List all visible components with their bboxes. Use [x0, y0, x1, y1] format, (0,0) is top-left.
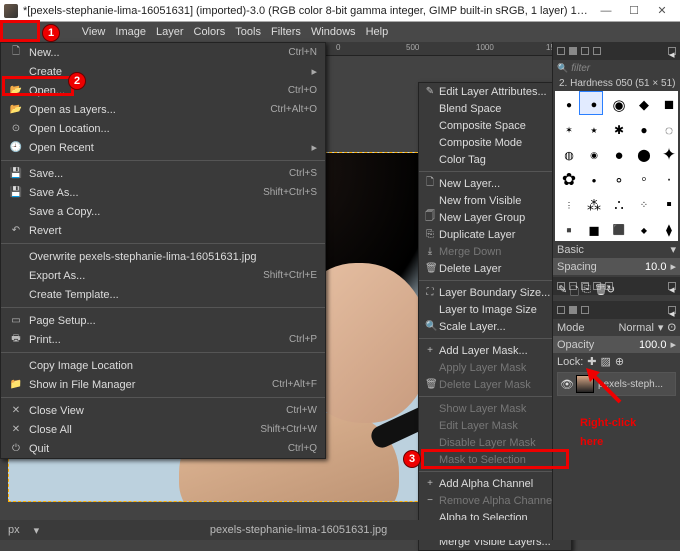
layer-menu-item[interactable]: +Add Alpha Channel	[419, 475, 571, 492]
opacity-slider[interactable]: Opacity100.0▸	[553, 336, 680, 353]
layer-menu-item[interactable]: Layer to Image Size	[419, 301, 571, 318]
status-bar: px▾ pexels-stephanie-lima-16051631.jpg	[0, 520, 552, 540]
dock-tab-row[interactable]: ◂	[553, 42, 680, 60]
annotation-circle-2: 2	[68, 72, 86, 90]
status-filename: pexels-stephanie-lima-16051631.jpg	[53, 524, 544, 536]
brush-grid[interactable]: ●●◉◆■✶★✱●◌◍◉●⬤✦✿•∘◦·⋮⁂∴⁘▪◾◼⬛◆⧫◈✧⬬⬭⬮⬯◐◑◒◓	[555, 91, 678, 241]
layer-menu-item[interactable]: 🗑Delete Layer	[419, 260, 571, 277]
layer-menu-item: 🗑Delete Layer Mask	[419, 376, 571, 393]
layer-menu-item: −Remove Alpha Channel	[419, 492, 571, 509]
annotation-arrow	[586, 368, 626, 408]
menu-image[interactable]: Image	[115, 26, 146, 38]
menu-tools[interactable]: Tools	[235, 26, 261, 38]
blend-mode-select[interactable]: ModeNormal▾ʘ	[553, 319, 680, 336]
menu-filters[interactable]: Filters	[271, 26, 301, 38]
dock-tool-row[interactable]: ✎🗋⎘🗑↻◂	[553, 277, 680, 295]
status-unit[interactable]: px	[8, 524, 20, 536]
window-titlebar: *[pexels-stephanie-lima-16051631] (impor…	[0, 0, 680, 22]
layer-menu-item[interactable]: 🗋New Layer...	[419, 175, 571, 192]
file-menu-item[interactable]: 📁Show in File ManagerCtrl+Alt+F	[1, 375, 325, 394]
layer-menu-item: ⤓Merge Down	[419, 243, 571, 260]
file-menu-item[interactable]: 📂Open as Layers...Ctrl+Alt+O	[1, 100, 325, 119]
brush-spacing-slider[interactable]: Spacing10.0▸	[553, 258, 680, 275]
layer-context-menu: ✎Edit Layer Attributes...Blend Space▸Com…	[418, 82, 572, 551]
layer-menu-item: Edit Layer Mask	[419, 417, 571, 434]
annotation-box-file	[0, 20, 40, 42]
annotation-box-alpha	[421, 449, 569, 469]
file-menu-item[interactable]: Save a Copy...	[1, 202, 325, 221]
layer-menu-item[interactable]: Composite Mode▸	[419, 134, 571, 151]
maximize-button[interactable]: ☐	[620, 2, 648, 20]
file-menu-item[interactable]: 💾Save...Ctrl+S	[1, 164, 325, 183]
brush-preset-select[interactable]: Basic▾	[553, 241, 680, 258]
layer-menu-item[interactable]: 🔍Scale Layer...	[419, 318, 571, 335]
menu-windows[interactable]: Windows	[311, 26, 356, 38]
file-menu-item[interactable]: ⏻QuitCtrl+Q	[1, 439, 325, 458]
layer-menu-item[interactable]: 🗍New Layer Group	[419, 209, 571, 226]
close-button[interactable]: ✕	[648, 2, 676, 20]
file-menu-item[interactable]: Export As...Shift+Ctrl+E	[1, 266, 325, 285]
layer-menu-item[interactable]: +Add Layer Mask...	[419, 342, 571, 359]
brush-filter-input[interactable]: filter	[553, 60, 680, 76]
file-menu-item[interactable]: ⊙Open Location...	[1, 119, 325, 138]
menu-view[interactable]: View	[82, 26, 106, 38]
file-menu-item[interactable]: 🕘Open Recent▸	[1, 138, 325, 157]
file-menu-item[interactable]: 🗋New...Ctrl+N	[1, 43, 325, 62]
annotation-circle-1: 1	[42, 24, 60, 42]
layer-menu-item: Show Layer Mask	[419, 400, 571, 417]
annotation-circle-3: 3	[403, 450, 421, 468]
menu-bar: F Edit Sele View Image Layer Colors Tool…	[0, 22, 680, 42]
file-menu-item[interactable]: ✕Close ViewCtrl+W	[1, 401, 325, 420]
file-menu-item[interactable]: ✕Close AllShift+Ctrl+W	[1, 420, 325, 439]
file-menu-dropdown: 🗋New...Ctrl+NCreate▸📂Open...Ctrl+O📂Open …	[0, 42, 326, 459]
file-menu-item[interactable]: ↶Revert	[1, 221, 325, 240]
app-icon	[4, 4, 18, 18]
file-menu-item[interactable]: Create Template...	[1, 285, 325, 304]
window-title: *[pexels-stephanie-lima-16051631] (impor…	[23, 5, 592, 17]
brush-name-label: 2. Hardness 050 (51 × 51)	[553, 76, 680, 91]
layer-menu-item[interactable]: New from Visible	[419, 192, 571, 209]
layer-menu-item[interactable]: Color Tag▸	[419, 151, 571, 168]
file-menu-item[interactable]: Overwrite pexels-stephanie-lima-16051631…	[1, 247, 325, 266]
annotation-text: Right-clickhere	[580, 413, 670, 451]
layer-menu-item[interactable]: Composite Space▸	[419, 117, 571, 134]
menu-colors[interactable]: Colors	[194, 26, 226, 38]
annotation-box-open	[2, 76, 74, 96]
file-menu-item[interactable]: Copy Image Location	[1, 356, 325, 375]
layer-menu-item: Apply Layer Mask	[419, 359, 571, 376]
minimize-button[interactable]: —	[592, 2, 620, 20]
layer-menu-item[interactable]: ⎘Duplicate Layer	[419, 226, 571, 243]
visibility-icon[interactable]: 👁	[558, 378, 576, 391]
menu-help[interactable]: Help	[366, 26, 389, 38]
layer-menu-item[interactable]: ✎Edit Layer Attributes...	[419, 83, 571, 100]
menu-layer[interactable]: Layer	[156, 26, 184, 38]
file-menu-item[interactable]: ▭Page Setup...	[1, 311, 325, 330]
layer-menu-item[interactable]: ⛶Layer Boundary Size...	[419, 284, 571, 301]
layers-tab-row[interactable]: ◂	[553, 301, 680, 319]
file-menu-item[interactable]: 💾Save As...Shift+Ctrl+S	[1, 183, 325, 202]
file-menu-item[interactable]: 🖶Print...Ctrl+P	[1, 330, 325, 349]
layer-menu-item[interactable]: Blend Space▸	[419, 100, 571, 117]
right-dock: ◂ filter 2. Hardness 050 (51 × 51) ●●◉◆■…	[552, 42, 680, 540]
